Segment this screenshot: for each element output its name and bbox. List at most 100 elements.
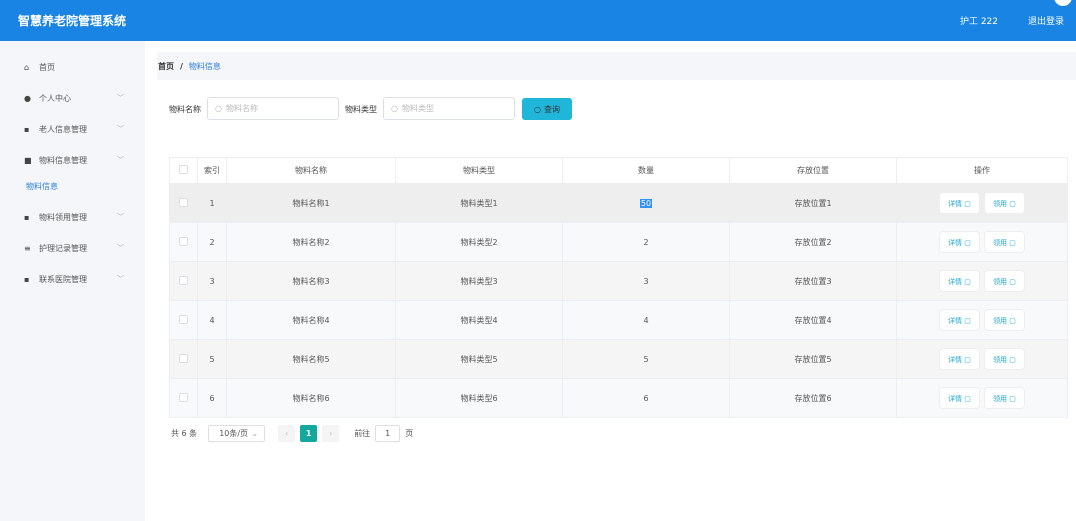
detail-label: 详情	[948, 395, 963, 403]
detail-label: 详情	[948, 356, 963, 364]
sidebar-item-label: 物料信息管理	[39, 155, 87, 165]
use-label: 领用	[993, 395, 1008, 403]
table-row: 3 物料名称3 物料类型3 3 存放位置3 详情 ▢ 领用 ▢	[169, 261, 1068, 301]
document-icon: ▢	[964, 317, 971, 325]
total-count: 共 6 条	[171, 429, 198, 438]
app-title: 智慧养老院管理系统	[18, 14, 127, 28]
use-button[interactable]: 领用 ▢	[984, 270, 1025, 292]
location-cell: 存放位置5	[729, 339, 897, 379]
use-button[interactable]: 领用 ▢	[984, 387, 1025, 409]
location-cell: 存放位置2	[729, 222, 897, 262]
use-button[interactable]: 领用 ▢	[984, 231, 1025, 253]
name-label: 物料名称	[169, 105, 201, 114]
goto-page-input[interactable]: 1	[375, 425, 401, 442]
select-cell	[169, 378, 198, 418]
select-all-checkbox[interactable]	[179, 165, 188, 174]
type-cell: 物料类型1	[395, 183, 563, 223]
type-cell: 物料类型3	[395, 261, 563, 301]
goto-label: 前往	[354, 429, 371, 438]
actions-cell: 详情 ▢ 领用 ▢	[896, 261, 1068, 301]
sidebar-item-6[interactable]: ▪ 联系医院管理 ﹀	[24, 271, 134, 287]
qty-cell: 50	[562, 183, 730, 223]
next-page-button[interactable]: ›	[322, 425, 340, 442]
name-cell: 物料名称3	[226, 261, 396, 301]
logout-link[interactable]: 退出登录	[1028, 14, 1064, 27]
detail-label: 详情	[948, 200, 963, 208]
location-cell: 存放位置1	[729, 183, 897, 223]
sidebar-item-3[interactable]: ■ 物料信息管理 ﹀	[24, 152, 134, 168]
page-size-select[interactable]: 10条/页 ⌄	[208, 425, 266, 442]
document-icon: ▢	[964, 395, 971, 403]
qty-value: 4	[643, 315, 649, 325]
sidebar-item-5[interactable]: ≡ 护理记录管理 ﹀	[24, 240, 134, 256]
prev-page-button[interactable]: ‹	[278, 425, 296, 442]
query-button[interactable]: ○ 查询	[522, 98, 572, 120]
document-icon: ▢	[964, 239, 971, 247]
row-checkbox[interactable]	[179, 275, 188, 285]
current-user: 护工 222	[959, 17, 998, 27]
document-icon: ▢	[964, 356, 971, 364]
row-checkbox[interactable]	[179, 197, 188, 207]
detail-button[interactable]: 详情 ▢	[939, 387, 980, 409]
grid-icon: ▪	[24, 124, 30, 134]
avatar[interactable]	[1054, 0, 1072, 6]
document-icon: ▢	[1009, 317, 1016, 325]
select-cell	[169, 261, 198, 301]
sidebar: ⌂ 首页 ● 个人中心 ﹀ ▪ 老人信息管理 ﹀ ■ 物料信息管理 ﹀ ▪ 物料领用管理 ﹀ ≡ 护理记录管理…	[0, 41, 145, 521]
row-checkbox[interactable]	[179, 314, 188, 324]
sidebar-item-0[interactable]: ⌂ 首页	[24, 59, 134, 75]
sidebar-subitem-material-info[interactable]: 物料信息	[26, 181, 58, 192]
placeholder: 物料名称	[225, 104, 258, 113]
qty-value: 50	[639, 198, 653, 208]
chevron-down-icon: ﹀	[117, 94, 124, 102]
material-table: 索引 物料名称 物料类型 数量 存放位置 操作 1 物料名称1 物料类型1 50…	[169, 157, 1068, 418]
qty-cell: 3	[562, 261, 730, 301]
search-icon: ○	[391, 104, 398, 113]
page-1-button[interactable]: 1	[300, 425, 318, 442]
grid-icon: ▪	[24, 212, 30, 222]
table-row: 2 物料名称2 物料类型2 2 存放位置2 详情 ▢ 领用 ▢	[169, 222, 1068, 262]
actions-cell: 详情 ▢ 领用 ▢	[896, 222, 1068, 262]
detail-button[interactable]: 详情 ▢	[939, 348, 980, 370]
breadcrumb-home[interactable]: 首页	[158, 61, 174, 72]
qty-value: 3	[643, 276, 649, 286]
placeholder: 物料类型	[401, 104, 434, 113]
row-checkbox[interactable]	[179, 236, 188, 246]
row-checkbox[interactable]	[179, 353, 188, 363]
detail-button[interactable]: 详情 ▢	[939, 231, 980, 253]
page-suffix: 页	[405, 429, 414, 438]
type-search-input[interactable]: ○ 物料类型	[383, 97, 515, 120]
home-icon: ⌂	[24, 62, 30, 72]
actions-cell: 详情 ▢ 领用 ▢	[896, 183, 1068, 223]
detail-button[interactable]: 详情 ▢	[939, 270, 980, 292]
location-cell: 存放位置4	[729, 300, 897, 340]
use-button[interactable]: 领用 ▢	[984, 192, 1025, 214]
col-location: 存放位置	[729, 157, 897, 184]
document-icon: ▢	[964, 278, 971, 286]
qty-cell: 4	[562, 300, 730, 340]
actions-cell: 详情 ▢ 领用 ▢	[896, 378, 1068, 418]
chevron-down-icon: ﹀	[117, 275, 124, 283]
detail-label: 详情	[948, 278, 963, 286]
col-actions: 操作	[896, 157, 1068, 184]
col-type: 物料类型	[395, 157, 563, 184]
detail-button[interactable]: 详情 ▢	[939, 192, 980, 214]
select-cell	[169, 183, 198, 223]
page-size-value: 10条/页	[219, 429, 249, 438]
row-checkbox[interactable]	[179, 392, 188, 402]
name-search-input[interactable]: ○ 物料名称	[207, 97, 339, 120]
sidebar-item-1[interactable]: ● 个人中心 ﹀	[24, 90, 134, 106]
document-icon: ▢	[1009, 395, 1016, 403]
sidebar-item-4[interactable]: ▪ 物料领用管理 ﹀	[24, 209, 134, 225]
name-cell: 物料名称2	[226, 222, 396, 262]
detail-label: 详情	[948, 317, 963, 325]
detail-button[interactable]: 详情 ▢	[939, 309, 980, 331]
breadcrumb-separator: /	[180, 61, 183, 71]
type-cell: 物料类型4	[395, 300, 563, 340]
sidebar-item-2[interactable]: ▪ 老人信息管理 ﹀	[24, 121, 134, 137]
list-icon: ≡	[24, 243, 31, 253]
use-button[interactable]: 领用 ▢	[984, 348, 1025, 370]
sidebar-item-label: 护理记录管理	[39, 243, 87, 253]
qty-value: 6	[643, 393, 649, 403]
use-button[interactable]: 领用 ▢	[984, 309, 1025, 331]
